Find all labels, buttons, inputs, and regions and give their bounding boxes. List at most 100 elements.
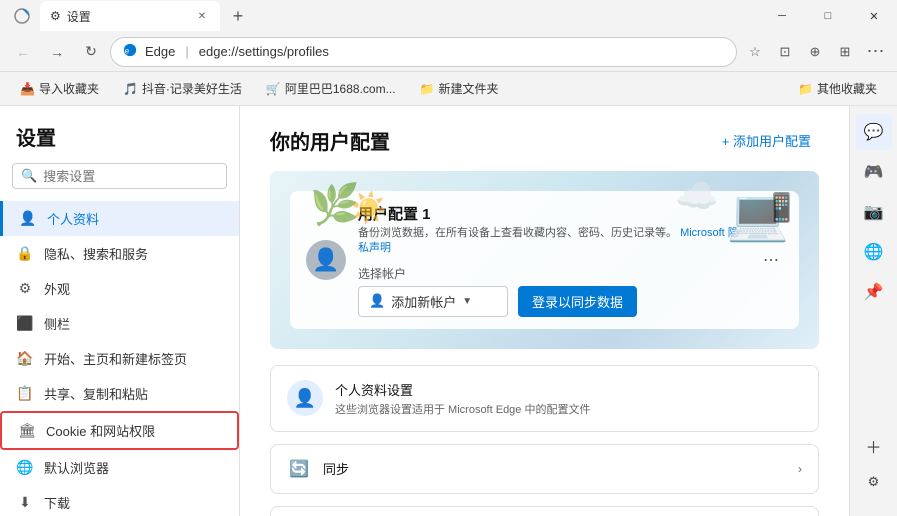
download-icon: ⬇ [16, 494, 34, 511]
bookmark-new-folder[interactable]: 📁 新建文件夹 [412, 77, 507, 100]
add-account-label: 添加新帐户 [391, 292, 456, 311]
read-view-button[interactable]: ⊡ [771, 38, 799, 66]
profile-more-button[interactable]: ⋯ [759, 246, 783, 274]
bookmarks-right: 📁 其他收藏夹 [790, 77, 885, 100]
sidebar-item-browser[interactable]: 🌐 默认浏览器 [0, 450, 239, 485]
sidebar-item-share[interactable]: 📋 共享、复制和粘贴 [0, 376, 239, 411]
forward-button[interactable]: → [42, 37, 72, 67]
navigation-bar: ← → ↻ e Edge | edge://settings/profiles … [0, 32, 897, 72]
profile-settings-title: 个人资料设置 [335, 380, 802, 399]
tab-favicon: ⚙ [50, 9, 61, 23]
address-text[interactable]: edge://settings/profiles [199, 44, 724, 59]
main-area: 设置 🔍 👤 个人资料 🔒 隐私、搜索和服务 ⚙ 外观 ⬛ 侧栏 🏠 开始、主页… [0, 106, 897, 516]
sync-arrow-icon: › [798, 462, 802, 476]
banner-sun-icon: ☀️ [350, 191, 387, 226]
alibaba-icon: 🛒 [266, 82, 281, 96]
sidebar-web-icon[interactable]: 🌐 [856, 234, 892, 270]
tab-label: 设置 [67, 8, 91, 25]
tab-close-button[interactable]: ✕ [194, 8, 210, 24]
sidebar-camera-icon[interactable]: 📷 [856, 194, 892, 230]
share-icon: 📋 [16, 385, 34, 402]
sidebar-item-cookies[interactable]: 🏛 Cookie 和网站权限 [0, 411, 239, 450]
sidebar-item-appearance[interactable]: ⚙ 外观 [0, 271, 239, 306]
lock-icon: 🔒 [16, 245, 34, 262]
sync-title: 同步 [323, 459, 786, 478]
window-icon [8, 2, 36, 30]
profile-settings-icon: 👤 [287, 380, 323, 416]
sidebar-title: 设置 [0, 122, 239, 163]
sidebar-icon: ⬛ [16, 315, 34, 332]
account-dropdown[interactable]: 👤 添加新帐户 ▼ [358, 286, 508, 317]
close-button[interactable]: ✕ [851, 0, 897, 32]
browser-icon: 🌐 [16, 459, 34, 476]
minimize-button[interactable]: ─ [759, 0, 805, 32]
sync-section: 🔄 同步 › [270, 444, 819, 494]
sync-row[interactable]: 🔄 同步 › [271, 445, 818, 493]
import-icon: 📥 [20, 82, 35, 96]
search-input[interactable] [43, 169, 219, 184]
sidebar-pin-icon[interactable]: 📌 [856, 274, 892, 310]
collections-button[interactable]: ⊞ [831, 38, 859, 66]
add-profile-button[interactable]: + 添加用户配置 [714, 127, 819, 154]
sync-icon: 🔄 [287, 459, 311, 479]
profile-banner: 🌿 ☀️ ☁️ 💻 📱 👤 用户配置 1 备份浏览数据，在所有设备上查看收藏内容… [270, 171, 819, 349]
add-profile-label: + 添加用户配置 [722, 131, 811, 150]
favorites-star-button[interactable]: ☆ [741, 38, 769, 66]
search-box[interactable]: 🔍 [12, 163, 227, 189]
profile-settings-content: 个人资料设置 这些浏览器设置适用于 Microsoft Edge 中的配置文件 [335, 380, 802, 417]
sidebar-games-icon[interactable]: 🎮 [856, 154, 892, 190]
profile-info: 用户配置 1 备份浏览数据，在所有设备上查看收藏内容、密码、历史记录等。 Mic… [358, 203, 747, 317]
sidebar-item-downloads[interactable]: ⬇ 下载 [0, 485, 239, 516]
folder-icon: 📁 [420, 82, 435, 96]
bookmark-alibaba[interactable]: 🛒 阿里巴巴1688.com... [258, 77, 404, 100]
edge-label: Edge [145, 44, 175, 59]
favorites-button[interactable]: ⊕ [801, 38, 829, 66]
back-button[interactable]: ← [8, 37, 38, 67]
refresh-button[interactable]: ↻ [76, 37, 106, 67]
profile-settings-desc: 这些浏览器设置适用于 Microsoft Edge 中的配置文件 [335, 401, 802, 417]
title-bar-left: ⚙ 设置 ✕ + [0, 1, 759, 31]
bookmarks-bar: 📥 导入收藏夹 🎵 抖音·记录美好生活 🛒 阿里巴巴1688.com... 📁 … [0, 72, 897, 106]
other-folder-icon: 📁 [798, 82, 813, 96]
search-icon: 🔍 [21, 168, 37, 184]
edge-logo-icon: e [123, 43, 137, 60]
profile-settings-section: 👤 个人资料设置 这些浏览器设置适用于 Microsoft Edge 中的配置文… [270, 365, 819, 432]
avatar: 👤 [306, 240, 346, 280]
sidebar-add-icon[interactable]: ＋ [856, 428, 892, 464]
banner-phone-icon: 📱 [764, 191, 799, 224]
window-controls: ─ □ ✕ [759, 0, 897, 32]
address-separator: | [185, 44, 188, 59]
sidebar-item-privacy[interactable]: 🔒 隐私、搜索和服务 [0, 236, 239, 271]
sidebar-item-sidebar[interactable]: ⬛ 侧栏 [0, 306, 239, 341]
sidebar-item-startup[interactable]: 🏠 开始、主页和新建标签页 [0, 341, 239, 376]
account-label: 选择帐户 [358, 265, 747, 282]
right-panel: 你的用户配置 + 添加用户配置 🌿 ☀️ ☁️ 💻 📱 👤 用户配置 1 备份浏… [240, 106, 849, 516]
profile-icon: 👤 [19, 210, 37, 227]
sidebar-settings-icon[interactable]: ⚙ [856, 464, 892, 500]
address-bar[interactable]: e Edge | edge://settings/profiles [110, 37, 737, 67]
bookmark-import[interactable]: 📥 导入收藏夹 [12, 77, 107, 100]
settings-tab[interactable]: ⚙ 设置 ✕ [40, 1, 220, 31]
appearance-icon: ⚙ [16, 280, 34, 297]
maximize-button[interactable]: □ [805, 0, 851, 32]
sidebar-bottom-controls: ＋ ⚙ [856, 428, 892, 508]
sync-button[interactable]: 登录以同步数据 [518, 286, 637, 317]
profile-desc: 备份浏览数据，在所有设备上查看收藏内容、密码、历史记录等。 Microsoft … [358, 226, 747, 257]
sync-content: 同步 [323, 459, 786, 478]
sidebar-item-profile[interactable]: 👤 个人资料 [0, 201, 239, 236]
sidebar-chat-icon[interactable]: 💬 [856, 114, 892, 150]
douyin-icon: 🎵 [123, 82, 138, 96]
dropdown-chevron-icon: ▼ [462, 296, 472, 307]
new-tab-button[interactable]: + [224, 2, 252, 30]
profile-settings-row[interactable]: 👤 个人资料设置 这些浏览器设置适用于 Microsoft Edge 中的配置文… [271, 366, 818, 431]
bookmark-other-folder[interactable]: 📁 其他收藏夹 [790, 77, 885, 100]
account-row: 👤 添加新帐户 ▼ 登录以同步数据 [358, 286, 747, 317]
browser-sidebar: 💬 🎮 📷 🌐 📌 ＋ ⚙ [849, 106, 897, 516]
bookmark-douyin[interactable]: 🎵 抖音·记录美好生活 [115, 77, 250, 100]
title-bar: ⚙ 设置 ✕ + ─ □ ✕ [0, 0, 897, 32]
more-tools-button[interactable]: ⋯ [861, 38, 889, 66]
account-section: 选择帐户 👤 添加新帐户 ▼ 登录以同步数据 [358, 265, 747, 317]
user-circle-icon: 👤 [369, 293, 385, 309]
sidebar: 设置 🔍 👤 个人资料 🔒 隐私、搜索和服务 ⚙ 外观 ⬛ 侧栏 🏠 开始、主页… [0, 106, 240, 516]
rewards-row[interactable]: 🏆 Microsoft Rewards › [271, 507, 818, 516]
